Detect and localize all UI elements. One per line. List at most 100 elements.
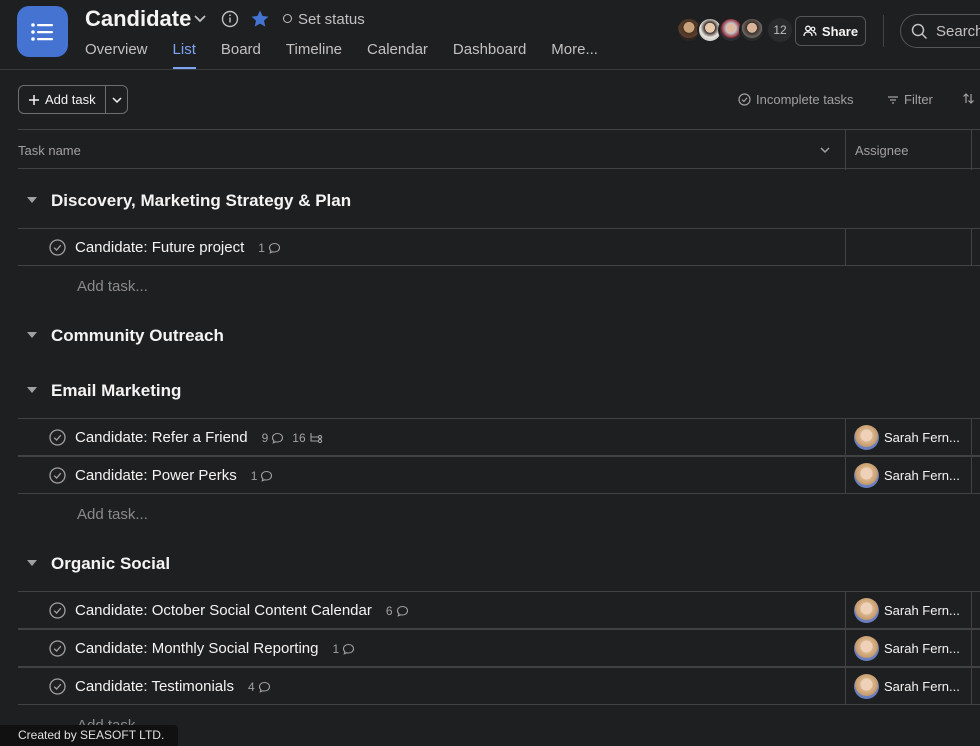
comment-count[interactable]: 1 <box>258 241 281 255</box>
assignee-name: Sarah Fern... <box>884 430 960 445</box>
assignee-cell[interactable]: Sarah Fern... <box>854 598 960 623</box>
project-title[interactable]: Candidate <box>85 6 191 32</box>
task-row[interactable]: Candidate: October Social Content Calend… <box>18 591 980 629</box>
share-button[interactable]: Share <box>795 16 866 46</box>
search-input[interactable]: Search <box>900 14 980 48</box>
chevron-down-icon[interactable] <box>818 143 832 157</box>
section-header[interactable]: Community Outreach <box>18 321 980 351</box>
column-divider[interactable] <box>845 130 846 170</box>
task-row[interactable]: Candidate: Testimonials 4 Sarah Fern... <box>18 667 980 705</box>
section-header[interactable]: Discovery, Marketing Strategy & Plan <box>18 186 980 216</box>
check-circle-icon[interactable] <box>49 678 66 695</box>
task-row[interactable]: Candidate: Power Perks 1 Sarah Fern... <box>18 456 980 494</box>
task-name[interactable]: Candidate: Future project 1 <box>75 239 281 256</box>
info-icon[interactable] <box>221 10 239 28</box>
search-label: Search <box>936 22 980 40</box>
footer-credit: Created by SEASOFT LTD. <box>0 725 178 746</box>
comment-count-value: 1 <box>258 240 265 255</box>
assignee-cell[interactable]: Sarah Fern... <box>854 674 960 699</box>
add-task-button[interactable]: Add task <box>19 86 106 113</box>
tab-overview[interactable]: Overview <box>85 41 148 69</box>
section-title[interactable]: Discovery, Marketing Strategy & Plan <box>51 191 351 211</box>
subtask-count[interactable]: 16 <box>292 431 322 445</box>
add-task-label: Add task <box>45 92 96 107</box>
section-title[interactable]: Email Marketing <box>51 381 181 401</box>
caret-down-icon[interactable] <box>27 560 37 566</box>
assignee-name: Sarah Fern... <box>884 468 960 483</box>
add-task-inline[interactable]: Add task... <box>77 278 148 295</box>
filter-icon <box>888 95 898 104</box>
check-circle-icon[interactable] <box>49 640 66 657</box>
task-title: Candidate: Refer a Friend <box>75 429 248 446</box>
chevron-down-icon[interactable] <box>192 10 208 26</box>
project-header: Candidate Set status Overview List Board… <box>0 0 980 70</box>
avatar <box>854 463 879 488</box>
check-circle-icon <box>738 93 751 106</box>
task-name[interactable]: Candidate: Refer a Friend 9 16 <box>75 429 323 446</box>
add-task-button-group: Add task <box>18 85 128 114</box>
task-title: Candidate: Monthly Social Reporting <box>75 640 319 657</box>
comment-count[interactable]: 1 <box>251 469 274 483</box>
assignee-name: Sarah Fern... <box>884 679 960 694</box>
task-name[interactable]: Candidate: Testimonials 4 <box>75 678 271 695</box>
comment-icon <box>343 643 355 655</box>
task-name[interactable]: Candidate: October Social Content Calend… <box>75 602 409 619</box>
task-row[interactable]: Candidate: Refer a Friend 9 16 Sarah Fer… <box>18 418 980 456</box>
assignee-cell[interactable]: Sarah Fern... <box>854 636 960 661</box>
cell-divider <box>971 668 972 704</box>
cell-divider <box>845 668 846 704</box>
add-task-dropdown[interactable] <box>106 86 127 113</box>
task-row[interactable]: Candidate: Monthly Social Reporting 1 Sa… <box>18 629 980 667</box>
add-task-inline[interactable]: Add task... <box>77 506 148 523</box>
assignee-cell[interactable]: Sarah Fern... <box>854 425 960 450</box>
filter-label: Filter <box>904 92 933 107</box>
comment-icon <box>396 605 408 617</box>
check-circle-icon[interactable] <box>49 239 66 256</box>
comment-count[interactable]: 1 <box>332 642 355 656</box>
column-task-name[interactable]: Task name <box>18 143 81 158</box>
task-row[interactable]: Candidate: Future project 1 <box>18 228 980 266</box>
column-divider[interactable] <box>971 130 972 170</box>
comment-count[interactable]: 6 <box>386 604 409 618</box>
comment-icon <box>258 681 270 693</box>
tab-dashboard[interactable]: Dashboard <box>453 41 526 69</box>
tab-board[interactable]: Board <box>221 41 261 69</box>
task-name[interactable]: Candidate: Monthly Social Reporting 1 <box>75 640 355 657</box>
check-circle-icon[interactable] <box>49 429 66 446</box>
tab-list[interactable]: List <box>172 41 197 69</box>
assignee-cell[interactable]: Sarah Fern... <box>854 463 960 488</box>
sort-button[interactable] <box>962 92 975 105</box>
chevron-down-icon <box>111 96 122 103</box>
comment-count[interactable]: 4 <box>248 680 271 694</box>
caret-down-icon[interactable] <box>27 197 37 203</box>
task-title: Candidate: Power Perks <box>75 467 237 484</box>
star-icon[interactable] <box>250 9 270 29</box>
tab-calendar[interactable]: Calendar <box>367 41 428 69</box>
cell-divider <box>845 592 846 628</box>
project-list-icon[interactable] <box>17 6 68 57</box>
sort-icon <box>963 93 974 104</box>
tab-more[interactable]: More... <box>551 41 598 69</box>
set-status-button[interactable]: Set status <box>298 11 365 28</box>
incomplete-tasks-button[interactable]: Incomplete tasks <box>738 92 854 107</box>
member-avatars[interactable]: 12 <box>676 17 792 43</box>
comment-count[interactable]: 9 <box>262 431 285 445</box>
member-count[interactable]: 12 <box>768 18 792 42</box>
comment-icon <box>272 432 284 444</box>
caret-down-icon[interactable] <box>27 387 37 393</box>
check-circle-icon[interactable] <box>49 602 66 619</box>
status-circle-icon[interactable] <box>283 14 292 23</box>
check-circle-icon[interactable] <box>49 467 66 484</box>
section-title[interactable]: Community Outreach <box>51 326 224 346</box>
task-name[interactable]: Candidate: Power Perks 1 <box>75 467 273 484</box>
cell-divider <box>845 630 846 666</box>
cell-divider <box>971 229 972 265</box>
section-header[interactable]: Email Marketing <box>18 376 980 406</box>
caret-down-icon[interactable] <box>27 332 37 338</box>
section-header[interactable]: Organic Social <box>18 549 980 579</box>
section-title[interactable]: Organic Social <box>51 554 170 574</box>
tab-timeline[interactable]: Timeline <box>286 41 342 69</box>
column-assignee[interactable]: Assignee <box>855 143 908 158</box>
filter-button[interactable]: Filter <box>887 92 933 107</box>
comment-icon <box>261 470 273 482</box>
